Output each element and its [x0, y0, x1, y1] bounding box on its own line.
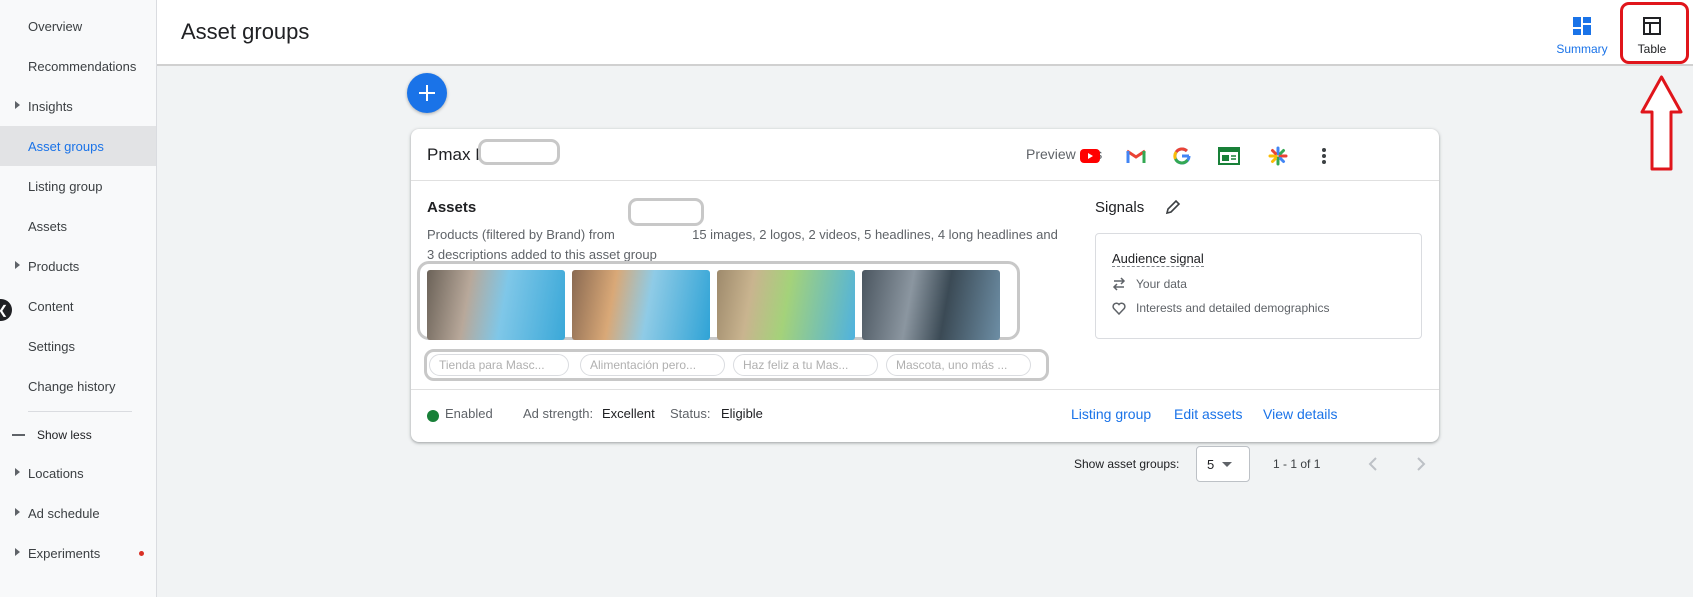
previous-page-button[interactable]	[1361, 452, 1385, 476]
gmail-icon[interactable]	[1124, 144, 1148, 168]
google-icon[interactable]	[1170, 144, 1194, 168]
pagination-range: 1 - 1 of 1	[1273, 457, 1321, 471]
sidebar-item-label: Products	[28, 258, 80, 274]
your-data-row: Your data	[1112, 277, 1187, 291]
ad-strength-value: Excellent	[602, 406, 655, 421]
sidebar-item-experiments[interactable]: Experiments	[0, 533, 156, 573]
headline-chip[interactable]: Haz feliz a tu Mas...	[733, 354, 878, 376]
show-less-button[interactable]: Show less	[12, 424, 92, 446]
sidebar-item-label: Listing group	[28, 178, 103, 194]
redacted-region	[628, 198, 704, 226]
card-footer: Enabled Ad strength: Excellent Status: E…	[411, 389, 1439, 442]
sidebar-item-recommendations[interactable]: Recommendations	[0, 46, 156, 86]
headline-chip[interactable]: Tienda para Masc...	[429, 354, 569, 376]
sidebar-item-products[interactable]: Products	[0, 246, 156, 286]
pagination-label: Show asset groups:	[1074, 457, 1180, 471]
sidebar-item-ad-schedule[interactable]: Ad schedule	[0, 493, 156, 533]
dropdown-arrow-icon	[1222, 461, 1233, 467]
expand-caret-icon	[15, 468, 20, 476]
notification-dot	[139, 551, 144, 556]
sidebar-item-assets[interactable]: Assets	[0, 206, 156, 246]
sidebar-item-label: Insights	[28, 98, 73, 114]
audience-signal-link[interactable]: Audience signal	[1112, 251, 1204, 267]
sidebar-item-locations[interactable]: Locations	[0, 453, 156, 493]
headline-chip[interactable]: Alimentación pero...	[580, 354, 725, 376]
youtube-icon[interactable]	[1078, 144, 1102, 168]
summary-view-button[interactable]: Summary	[1550, 10, 1614, 56]
summary-label: Summary	[1556, 42, 1608, 56]
sidebar-item-label: Settings	[28, 338, 75, 354]
interests-label: Interests and detailed demographics	[1136, 301, 1330, 315]
display-network-icon[interactable]	[1217, 144, 1241, 168]
sidebar-item-listing-group[interactable]: Listing group	[0, 166, 156, 206]
highlight-annotation	[1620, 2, 1689, 64]
audience-signal-box: Audience signal Your data Interests and …	[1095, 233, 1422, 339]
sidebar-item-content[interactable]: Content	[0, 286, 156, 326]
interests-row: Interests and detailed demographics	[1112, 301, 1329, 315]
asset-group-card: Pmax I Preview ads Assets Products (filt…	[411, 129, 1439, 442]
more-vert-icon[interactable]	[1312, 144, 1336, 168]
arrow-up-annotation-icon	[1640, 75, 1683, 171]
sidebar-item-label: Recommendations	[28, 58, 137, 74]
page-header: Asset groups Summary Table	[157, 0, 1693, 66]
sidebar-item-label: Change history	[28, 378, 116, 394]
plus-icon	[419, 85, 435, 101]
sidebar-item-overview[interactable]: Overview	[0, 6, 156, 46]
headline-chip[interactable]: Mascota, uno más ...	[886, 354, 1031, 376]
expand-caret-icon	[15, 101, 20, 109]
redacted-region	[478, 139, 560, 165]
asset-group-name: Pmax I	[427, 145, 480, 164]
sidebar-item-settings[interactable]: Settings	[0, 326, 156, 366]
asset-image-thumbnail[interactable]	[572, 270, 710, 340]
status-enabled-label[interactable]: Enabled	[445, 406, 493, 421]
your-data-label: Your data	[1136, 277, 1187, 291]
sidebar-item-label: Content	[28, 298, 74, 314]
listing-group-link[interactable]: Listing group	[1071, 406, 1151, 422]
ad-strength-label: Ad strength:	[523, 406, 594, 421]
dashboard-icon	[1573, 17, 1591, 35]
assets-desc-part-1: Products (filtered by Brand) from	[427, 227, 615, 242]
sidebar-divider	[28, 411, 132, 412]
sidebar-item-label: Assets	[28, 218, 68, 234]
asset-image-thumbnail[interactable]	[717, 270, 855, 340]
sidebar-item-label: Overview	[28, 18, 83, 34]
edit-assets-link[interactable]: Edit assets	[1174, 406, 1242, 422]
sidebar-item-label: Experiments	[28, 545, 101, 561]
sidebar-item-insights[interactable]: Insights	[0, 86, 156, 126]
minus-icon	[12, 434, 25, 436]
sidebar-item-change-history[interactable]: Change history	[0, 366, 156, 406]
view-details-link[interactable]: View details	[1263, 406, 1337, 422]
card-header: Pmax I Preview ads	[411, 129, 1439, 181]
page-size-value: 5	[1207, 456, 1215, 472]
swap-arrows-icon	[1112, 277, 1126, 291]
chevron-left-icon	[1368, 457, 1377, 471]
discover-icon[interactable]	[1266, 144, 1290, 168]
signals-section-title: Signals	[1095, 199, 1145, 216]
sidebar: Overview Recommendations Insights Asset …	[0, 0, 157, 597]
enabled-status-dot	[427, 410, 439, 422]
chevron-left-icon: ❮	[0, 303, 8, 317]
sidebar-item-asset-groups[interactable]: Asset groups	[0, 126, 156, 166]
assets-description: Products (filtered by Brand) from 15 ima…	[427, 225, 1067, 265]
sidebar-item-label: Locations	[28, 465, 84, 481]
assets-section-title: Assets	[427, 199, 477, 216]
expand-caret-icon	[15, 548, 20, 556]
edit-pencil-icon[interactable]	[1165, 199, 1181, 220]
sidebar-item-label: Ad schedule	[28, 505, 100, 521]
add-asset-group-button[interactable]	[407, 73, 447, 113]
next-page-button[interactable]	[1409, 452, 1433, 476]
expand-caret-icon	[15, 261, 20, 269]
heart-icon	[1112, 301, 1126, 315]
asset-image-thumbnail[interactable]	[427, 270, 565, 340]
show-less-label: Show less	[37, 428, 92, 442]
status-label: Status:	[670, 406, 711, 421]
asset-image-thumbnail[interactable]	[862, 270, 1000, 340]
page-title: Asset groups	[181, 19, 310, 44]
status-value: Eligible	[721, 406, 763, 421]
sidebar-item-label: Asset groups	[28, 138, 104, 154]
chevron-right-icon	[1417, 457, 1426, 471]
expand-caret-icon	[15, 508, 20, 516]
page-size-select[interactable]: 5	[1196, 446, 1250, 482]
